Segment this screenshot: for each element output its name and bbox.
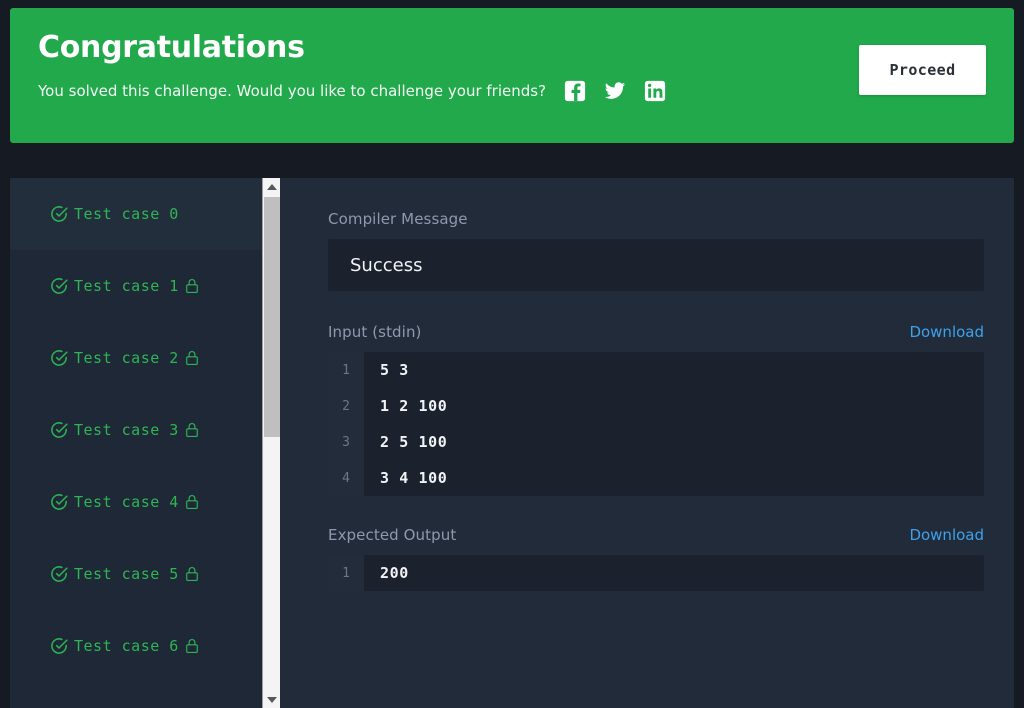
test-case-item-0[interactable]: Test case 0 bbox=[10, 178, 280, 250]
input-code-box: 1 5 3 2 1 2 100 3 2 5 100 4 3 4 100 bbox=[328, 352, 984, 496]
line-text: 1 2 100 bbox=[380, 397, 448, 415]
compiler-message-header: Compiler Message bbox=[328, 210, 984, 228]
input-label: Input (stdin) bbox=[328, 323, 422, 341]
test-case-item-1[interactable]: Test case 1 bbox=[10, 250, 280, 322]
test-case-item-5[interactable]: Test case 5 bbox=[10, 538, 280, 610]
test-case-label: Test case 1 bbox=[74, 277, 179, 295]
test-case-label: Test case 6 bbox=[74, 637, 179, 655]
scrollbar-thumb[interactable] bbox=[264, 197, 280, 437]
proceed-button[interactable]: Proceed bbox=[859, 45, 986, 95]
line-text: 2 5 100 bbox=[380, 433, 448, 451]
linkedin-icon[interactable] bbox=[644, 80, 666, 102]
test-case-detail-panel: Compiler Message Success Input (stdin) D… bbox=[280, 178, 1014, 708]
input-download-link[interactable]: Download bbox=[909, 323, 984, 341]
twitter-icon[interactable] bbox=[604, 80, 626, 102]
page-root: Congratulations You solved this challeng… bbox=[0, 0, 1024, 708]
lock-icon bbox=[185, 278, 199, 294]
lock-icon bbox=[185, 566, 199, 582]
compiler-message-label: Compiler Message bbox=[328, 210, 468, 228]
sidebar-scrollbar[interactable] bbox=[262, 178, 280, 708]
test-case-item-3[interactable]: Test case 3 bbox=[10, 394, 280, 466]
lock-icon bbox=[185, 638, 199, 654]
check-circle-icon bbox=[50, 637, 68, 655]
line-number: 2 bbox=[328, 388, 364, 424]
banner-subtitle: You solved this challenge. Would you lik… bbox=[38, 82, 547, 100]
test-case-item-2[interactable]: Test case 2 bbox=[10, 322, 280, 394]
code-line: 3 2 5 100 bbox=[328, 424, 984, 460]
results-content: Test case 0 Test case 1 Test case 2 Test… bbox=[10, 178, 1014, 708]
scroll-up-arrow-icon[interactable] bbox=[263, 178, 280, 195]
test-case-label: Test case 2 bbox=[74, 349, 179, 367]
line-text: 3 4 100 bbox=[380, 469, 448, 487]
test-case-sidebar: Test case 0 Test case 1 Test case 2 Test… bbox=[10, 178, 280, 708]
test-case-item-6[interactable]: Test case 6 bbox=[10, 610, 280, 682]
test-case-label: Test case 4 bbox=[74, 493, 179, 511]
test-case-list: Test case 0 Test case 1 Test case 2 Test… bbox=[10, 178, 280, 682]
expected-output-header: Expected Output Download bbox=[328, 526, 984, 544]
input-header: Input (stdin) Download bbox=[328, 323, 984, 341]
test-case-label: Test case 3 bbox=[74, 421, 179, 439]
check-circle-icon bbox=[50, 277, 68, 295]
banner-title: Congratulations bbox=[38, 30, 305, 65]
compiler-message-value: Success bbox=[328, 239, 984, 291]
test-case-label: Test case 5 bbox=[74, 565, 179, 583]
line-number: 1 bbox=[328, 352, 364, 388]
check-circle-icon bbox=[50, 493, 68, 511]
congratulations-banner: Congratulations You solved this challeng… bbox=[10, 8, 1014, 143]
line-text: 200 bbox=[380, 564, 409, 582]
social-share-group bbox=[564, 80, 666, 102]
expected-output-code-box: 1 200 bbox=[328, 555, 984, 591]
lock-icon bbox=[185, 350, 199, 366]
code-line: 4 3 4 100 bbox=[328, 460, 984, 496]
code-line: 1 5 3 bbox=[328, 352, 984, 388]
lock-icon bbox=[185, 494, 199, 510]
code-line: 2 1 2 100 bbox=[328, 388, 984, 424]
check-circle-icon bbox=[50, 349, 68, 367]
line-text: 5 3 bbox=[380, 361, 409, 379]
check-circle-icon bbox=[50, 565, 68, 583]
test-case-item-4[interactable]: Test case 4 bbox=[10, 466, 280, 538]
expected-output-download-link[interactable]: Download bbox=[909, 526, 984, 544]
line-number: 4 bbox=[328, 460, 364, 496]
test-case-label: Test case 0 bbox=[74, 205, 179, 223]
expected-output-label: Expected Output bbox=[328, 526, 457, 544]
lock-icon bbox=[185, 422, 199, 438]
scroll-down-arrow-icon[interactable] bbox=[263, 691, 280, 708]
line-number: 3 bbox=[328, 424, 364, 460]
code-line: 1 200 bbox=[328, 555, 984, 591]
check-circle-icon bbox=[50, 205, 68, 223]
check-circle-icon bbox=[50, 421, 68, 439]
line-number: 1 bbox=[328, 555, 364, 591]
facebook-icon[interactable] bbox=[564, 80, 586, 102]
